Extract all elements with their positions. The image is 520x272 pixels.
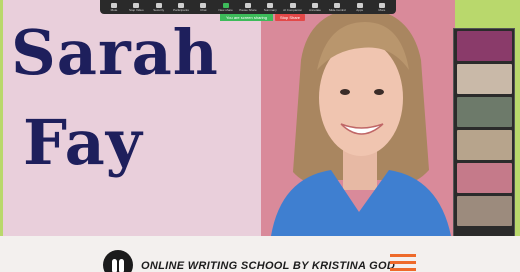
ai-companion-label: AI Companion: [283, 7, 303, 12]
brand-logo-icon: [103, 250, 133, 272]
ai-companion-button[interactable]: AI Companion: [283, 2, 303, 12]
apps-icon: [356, 2, 363, 8]
screen-sharing-bar: You are screen sharing Stop Share: [220, 14, 306, 21]
summary-icon: [267, 2, 274, 8]
chat-label: Chat: [200, 7, 207, 12]
slide-control-label: Slide Control: [328, 7, 346, 12]
participant-video-tile[interactable]: [457, 31, 512, 61]
chat-button[interactable]: Chat: [193, 2, 213, 12]
annotate-label: Annotate: [308, 7, 321, 12]
shield-icon: [155, 2, 162, 8]
title-panel: Sarah Fay: [3, 0, 261, 236]
pause-icon: [244, 2, 251, 8]
microphone-icon: [111, 2, 117, 8]
participant-video-tile[interactable]: [457, 64, 512, 94]
security-label: Security: [153, 7, 165, 12]
more-icon: [378, 2, 385, 8]
summary-label: Summary: [263, 7, 277, 12]
speaker-last-name: Fay: [23, 106, 143, 179]
brand-tagline: ONLINE WRITING SCHOOL BY KRISTINA GOD: [141, 260, 396, 272]
meeting-toolbar: Mute Stop Video Security Participants Ch…: [100, 0, 396, 14]
more-label: More: [378, 7, 386, 12]
security-button[interactable]: Security: [149, 2, 169, 12]
participants-button[interactable]: Participants: [171, 2, 191, 12]
annotate-button[interactable]: Annotate: [305, 2, 325, 12]
new-share-label: New share: [218, 7, 233, 12]
mute-label: Mute: [110, 7, 118, 12]
stop-video-button[interactable]: Stop Video: [126, 2, 146, 12]
stop-video-label: Stop Video: [129, 7, 144, 12]
pause-share-label: Pause Share: [239, 7, 257, 12]
speaker-portrait-image: [261, 0, 455, 236]
more-button[interactable]: More: [372, 2, 392, 12]
zoom-screen-share-window: Sarah Fay Mute Stop Video Security Parti…: [0, 0, 520, 272]
participants-icon: [177, 2, 184, 8]
slides-icon: [334, 2, 341, 8]
apps-button[interactable]: Apps: [350, 2, 370, 12]
apps-label: Apps: [356, 7, 364, 12]
screen-sharing-status: You are screen sharing: [220, 14, 273, 21]
slide-control-button[interactable]: Slide Control: [327, 2, 347, 12]
participant-video-tile[interactable]: [457, 97, 512, 127]
speaker-photo: [261, 0, 455, 236]
mute-button[interactable]: Mute: [104, 2, 124, 12]
share-screen-icon: [222, 2, 229, 8]
chat-icon: [200, 2, 207, 8]
sparkle-icon: [289, 2, 296, 8]
participant-video-tile[interactable]: [457, 196, 512, 226]
pause-share-button[interactable]: Pause Share: [238, 2, 258, 12]
stop-share-button[interactable]: Stop Share: [275, 14, 306, 21]
hamburger-menu-icon[interactable]: [390, 254, 416, 272]
participant-video-tile[interactable]: [457, 163, 512, 193]
speaker-first-name: Sarah: [11, 16, 219, 89]
new-share-button[interactable]: New share: [216, 2, 236, 12]
participants-label: Participants: [173, 7, 189, 12]
participant-gallery: [453, 28, 515, 238]
pen-icon: [311, 2, 318, 8]
summary-button[interactable]: Summary: [260, 2, 280, 12]
participant-video-tile[interactable]: [457, 130, 512, 160]
video-camera-icon: [133, 2, 140, 8]
